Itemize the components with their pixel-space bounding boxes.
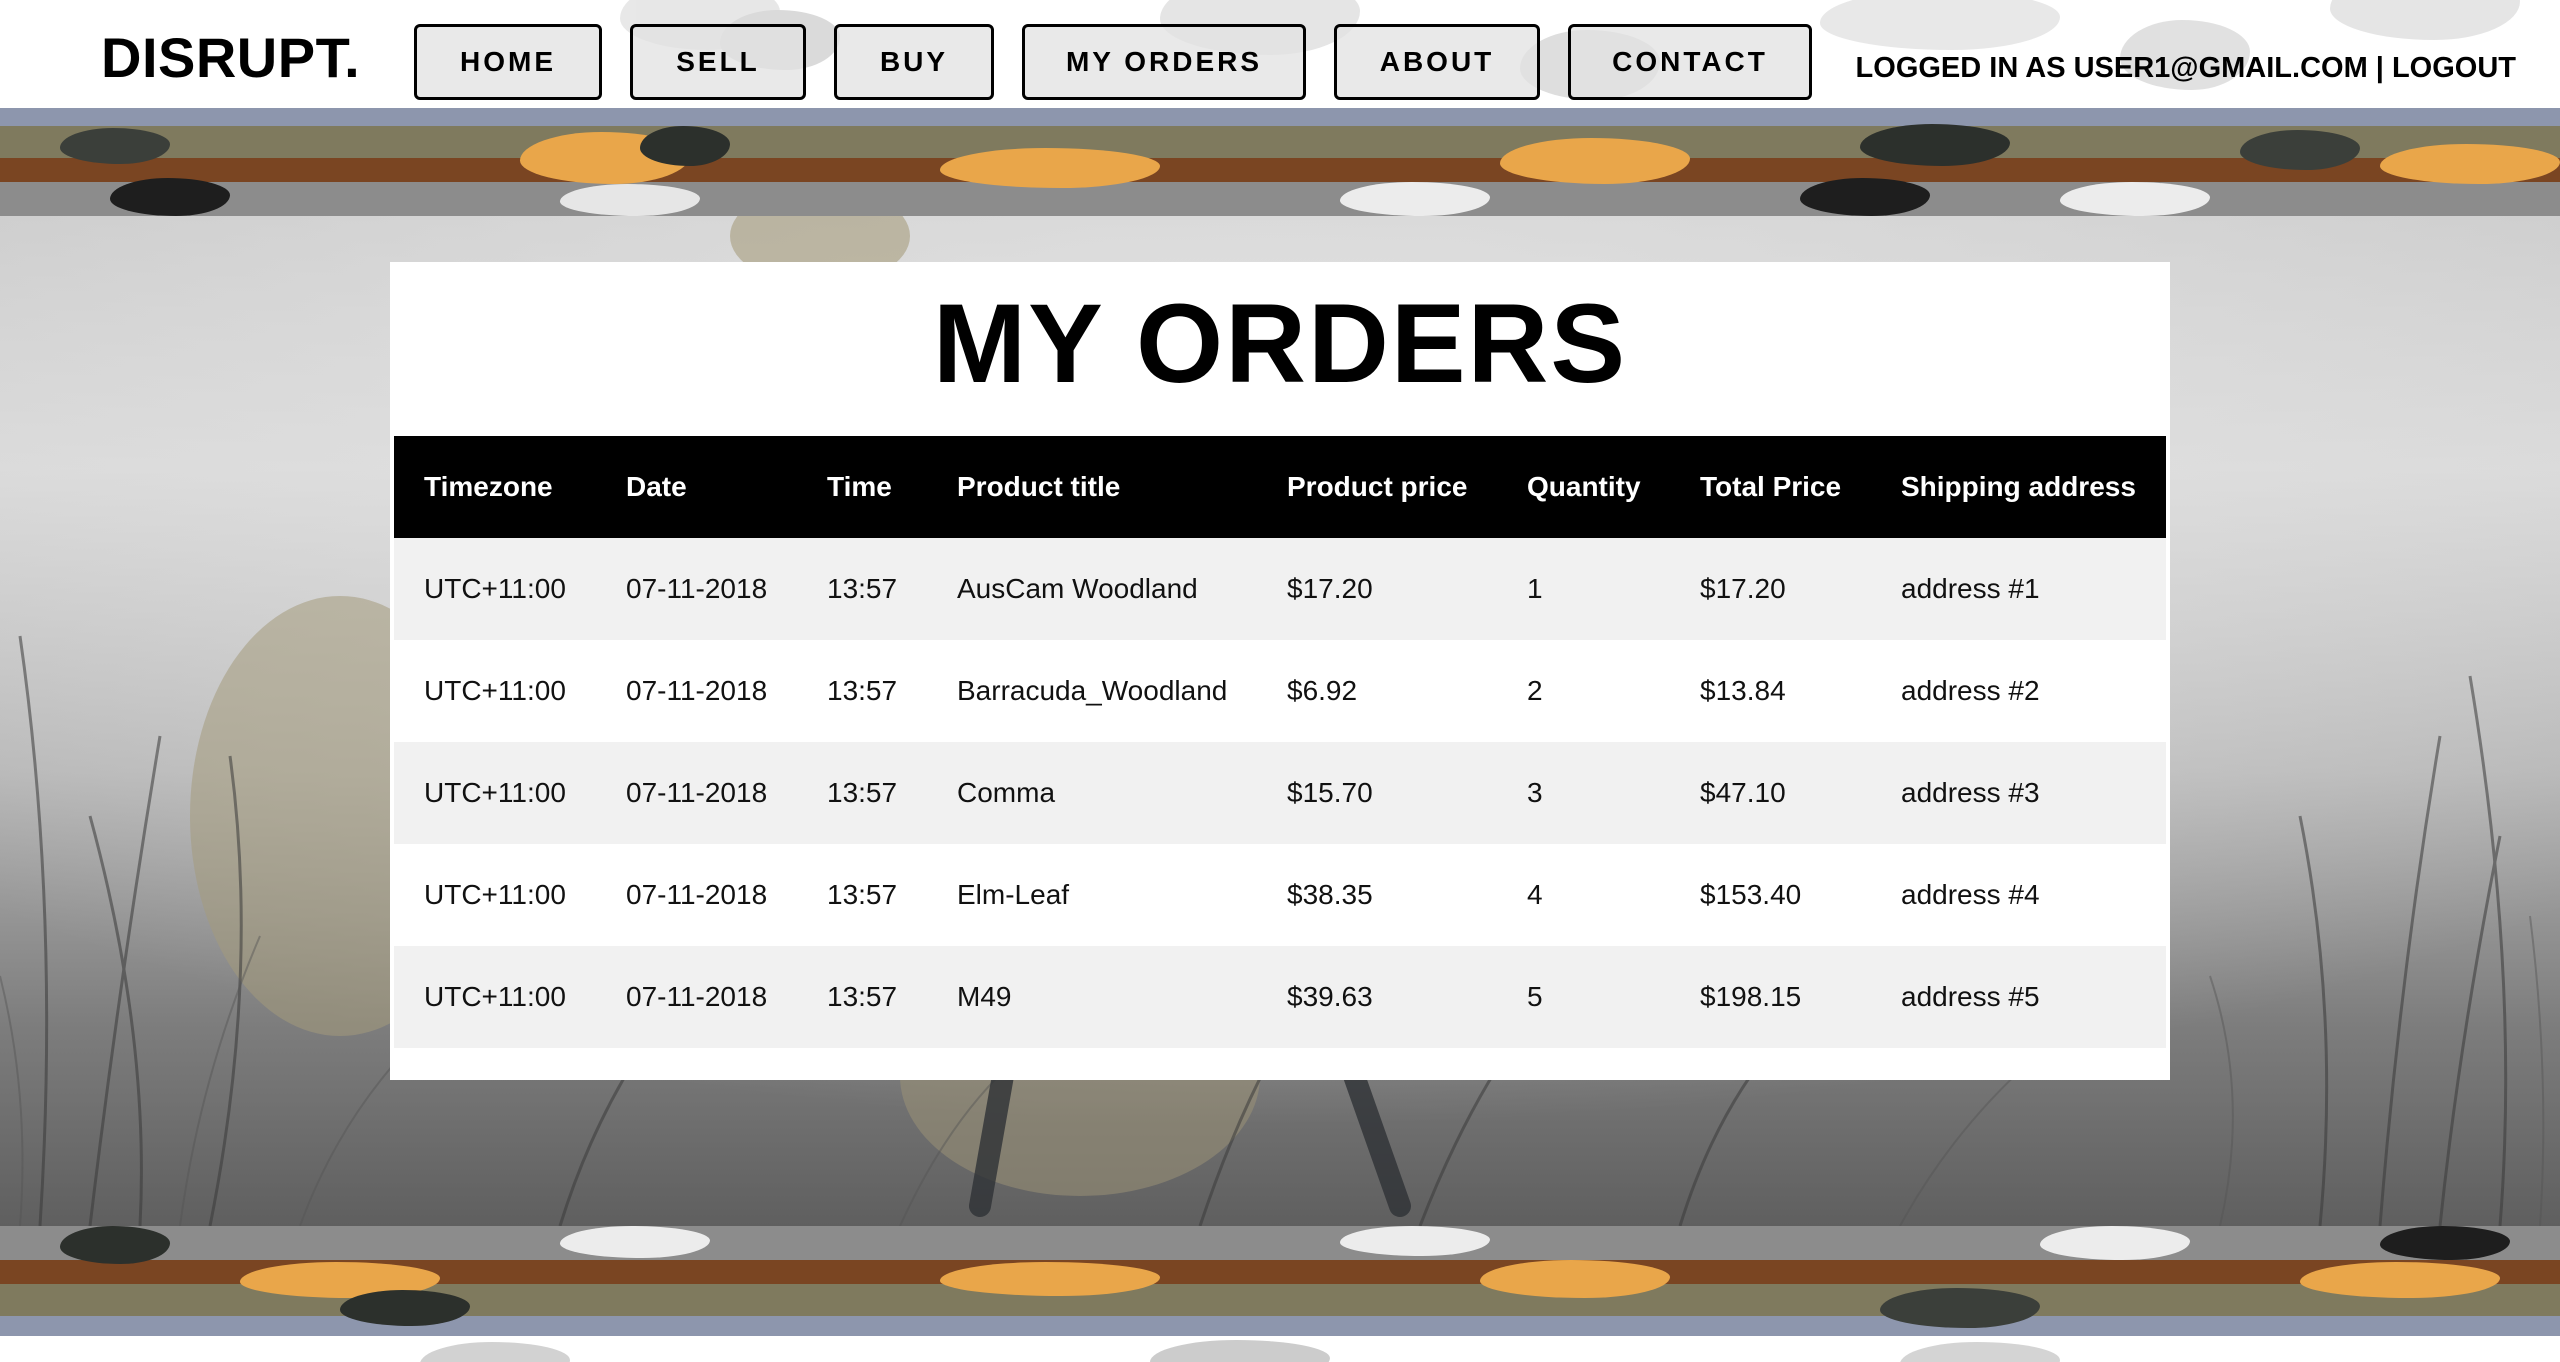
cell-product-title: Barracuda_Woodland [927,640,1257,742]
cell-shipping-address: address #5 [1871,946,2166,1048]
site-logo[interactable]: DISRUPT. [101,30,360,86]
nav-my-orders-button[interactable]: MY ORDERS [1022,24,1306,100]
bottom-camo-band [0,1226,2560,1336]
footer-strip [0,1336,2560,1362]
cell-shipping-address: address #2 [1871,640,2166,742]
cell-quantity: 1 [1497,538,1670,640]
nav-contact-button[interactable]: CONTACT [1568,24,1812,100]
cell-date: 07-11-2018 [596,946,797,1048]
cell-product-price: $38.35 [1257,844,1497,946]
column-header: Total Price [1670,436,1871,538]
cell-quantity: 4 [1497,844,1670,946]
cell-product-title: M49 [927,946,1257,1048]
nav-buy-button[interactable]: BUY [834,24,994,100]
cell-timezone: UTC+11:00 [394,844,596,946]
column-header: Quantity [1497,436,1670,538]
top-camo-band [0,108,2560,216]
cell-total-price: $17.20 [1670,538,1871,640]
cell-shipping-address: address #3 [1871,742,2166,844]
cell-product-price: $15.70 [1257,742,1497,844]
cell-quantity: 3 [1497,742,1670,844]
column-header: Product price [1257,436,1497,538]
cell-total-price: $198.15 [1670,946,1871,1048]
cell-total-price: $47.10 [1670,742,1871,844]
column-header: Date [596,436,797,538]
cell-timezone: UTC+11:00 [394,640,596,742]
cell-timezone: UTC+11:00 [394,742,596,844]
nav-sell-button[interactable]: SELL [630,24,806,100]
table-row: UTC+11:00 07-11-2018 13:57 Barracuda_Woo… [394,640,2166,742]
cell-date: 07-11-2018 [596,844,797,946]
cell-product-price: $17.20 [1257,538,1497,640]
orders-table: Timezone Date Time Product title Product… [394,436,2166,1048]
table-row: UTC+11:00 07-11-2018 13:57 Elm-Leaf $38.… [394,844,2166,946]
column-header: Timezone [394,436,596,538]
header: DISRUPT. HOME SELL BUY MY ORDERS ABOUT C… [0,0,2560,108]
page-title: MY ORDERS [932,281,1628,406]
cell-date: 07-11-2018 [596,538,797,640]
table-row: UTC+11:00 07-11-2018 13:57 AusCam Woodla… [394,538,2166,640]
login-status-logout-link[interactable]: LOGGED IN AS USER1@GMAIL.COM | LOGOUT [1856,52,2516,85]
cell-shipping-address: address #1 [1871,538,2166,640]
nav-home-button[interactable]: HOME [414,24,602,100]
cell-timezone: UTC+11:00 [394,538,596,640]
nav-about-button[interactable]: ABOUT [1334,24,1540,100]
cell-shipping-address: address #4 [1871,844,2166,946]
table-header-row: Timezone Date Time Product title Product… [394,436,2166,538]
cell-product-price: $6.92 [1257,640,1497,742]
cell-date: 07-11-2018 [596,742,797,844]
cell-product-title: AusCam Woodland [927,538,1257,640]
cell-product-price: $39.63 [1257,946,1497,1048]
column-header: Time [797,436,927,538]
cell-quantity: 5 [1497,946,1670,1048]
cell-timezone: UTC+11:00 [394,946,596,1048]
column-header: Product title [927,436,1257,538]
orders-panel: MY ORDERS Timezone Date Time Product tit… [390,262,2170,1080]
cell-quantity: 2 [1497,640,1670,742]
cell-time: 13:57 [797,742,927,844]
cell-total-price: $153.40 [1670,844,1871,946]
cell-time: 13:57 [797,844,927,946]
cell-time: 13:57 [797,538,927,640]
column-header: Shipping address [1871,436,2166,538]
cell-time: 13:57 [797,640,927,742]
table-row: UTC+11:00 07-11-2018 13:57 Comma $15.70 … [394,742,2166,844]
cell-total-price: $13.84 [1670,640,1871,742]
cell-date: 07-11-2018 [596,640,797,742]
table-row: UTC+11:00 07-11-2018 13:57 M49 $39.63 5 … [394,946,2166,1048]
cell-time: 13:57 [797,946,927,1048]
cell-product-title: Elm-Leaf [927,844,1257,946]
cell-product-title: Comma [927,742,1257,844]
